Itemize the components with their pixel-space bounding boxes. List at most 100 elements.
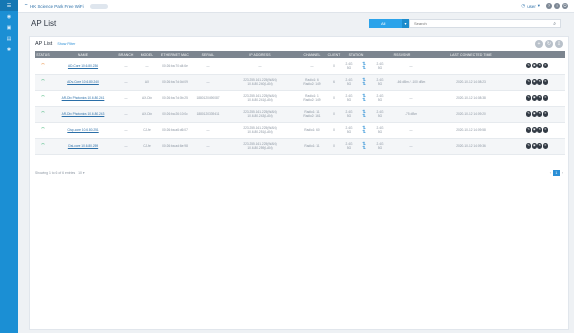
column-header[interactable]: NAME [51,51,115,58]
table-row[interactable]: ⌔ ADv-Core 10.6.80.240— AX 00:26:ba:7d:0d:0… [35,74,566,91]
column-header[interactable]: CLIENT [327,51,341,58]
view-icon[interactable]: ◉ [531,143,537,149]
sidebar-item-dashboard[interactable]: ◉ [0,11,18,22]
column-header[interactable]: CHANNEL [297,51,327,58]
cell-line: 5G [346,130,352,134]
search-input[interactable] [414,21,544,26]
show-filter-link[interactable]: Show Filter [57,42,75,46]
serial-cell: — [193,58,223,75]
table-row[interactable]: ⌔ AR-Dix Photonics 10.6.80.243— AX-Dix 00:2… [35,106,566,123]
row-actions: ✎ ◉ ↻ ✕ [509,106,566,123]
view-icon[interactable]: ◉ [531,111,537,117]
serial-cell: 1880120339411 [193,106,223,123]
site-toggle[interactable] [89,3,108,9]
ip-cell: — [223,58,297,75]
client-cell: 6 [327,74,341,91]
snr-cell: — [389,138,434,155]
prev-page-button[interactable]: ‹ [550,171,551,175]
site-name: HK Science Park Free WiFi [30,3,84,9]
refresh-icon[interactable]: ↻ [545,40,553,48]
client-cell: 0 [327,138,341,155]
power-icon[interactable]: ⏻ [562,3,568,9]
view-icon[interactable]: ◉ [531,127,537,133]
ap-name-link[interactable]: AR-Dix Photonics 10.6.80.241 [51,90,115,107]
ap-name-link[interactable]: AR-Dix Photonics 10.6.80.243 [51,106,115,123]
sidebar-item-settings[interactable]: ✱ [0,44,18,55]
column-header[interactable]: ETHERNET MAC [157,51,193,58]
delete-icon[interactable]: ✕ [542,111,548,117]
edit-icon[interactable]: ✎ [526,79,532,85]
column-header[interactable]: BRANCH [115,51,137,58]
page-size-select[interactable]: 10 ▾ [78,171,84,175]
column-header[interactable]: MODEL [137,51,157,58]
last-connected-cell: 2020-10-12 14:09:20 [433,106,510,123]
ap-name-link[interactable]: AD-Core 10.6.80.236 [51,58,115,75]
ap-name-link[interactable]: ADv-Core 10.6.80.240 [51,74,115,91]
view-icon[interactable]: ◉ [531,79,537,85]
edit-icon[interactable]: ✎ [526,127,532,133]
table-row[interactable]: ⌔ AD-Core 10.6.80.236— —00:26:ba:70:d4:6e —… [35,58,566,75]
restart-icon[interactable]: ↻ [537,127,543,133]
cell-line: 5G [377,65,383,70]
sidebar-item-devices[interactable]: ▣ [0,22,18,33]
help-icon[interactable]: ? [546,3,552,9]
next-page-button[interactable]: › [562,171,563,175]
cell-line: 5G [346,98,352,102]
add-icon[interactable]: + [535,40,543,48]
current-page-button[interactable]: 1 [552,170,560,176]
column-header[interactable]: IP ADDRESS [223,51,297,58]
sidebar: ☰ ◉ ▣ ▤ ✱ [0,0,18,333]
restart-icon[interactable]: ↻ [537,63,543,69]
settings-icon: ✱ [6,46,12,53]
restart-icon[interactable]: ↻ [537,95,543,101]
cell-line: Radio2: 161 [303,114,321,118]
ap-name-link[interactable]: Cisi-core 10.6.80.259 [51,138,115,155]
ap-list-panel: AP List Show Filter + ↻ ⇩ STATUS NAME BR… [29,36,569,330]
status-cell: ⌔ [35,74,51,91]
sidebar-item-monitor[interactable]: ▤ [0,33,18,44]
station-icon-cell: ⇅ ⇅ [357,58,372,75]
cell-line: 10.6.80.240(LAN) [247,82,273,86]
edit-icon[interactable]: ✎ [526,95,532,101]
delete-icon[interactable]: ✕ [542,143,548,149]
restart-icon[interactable]: ↻ [537,111,543,117]
user-menu[interactable]: ◷ user ▾ [521,3,540,9]
notification-icon[interactable]: ! [554,3,560,9]
rssi-band-cell: 2.4G 5G [371,90,390,107]
filter-select[interactable]: All ▾ [369,19,409,28]
table-row[interactable]: ⌔ Cisp-core 10.6.80.251— CJ-fe 00:26:ba:a6:… [35,122,566,139]
edit-icon[interactable]: ✎ [526,63,532,69]
station-icon: ⇅ [362,129,366,134]
cell-line: Radio1: 60 [304,128,320,132]
mac-cell: 00:26:ba:7d:0b:25 [157,90,193,107]
cell-line: 5G [346,146,352,150]
delete-icon[interactable]: ✕ [542,95,548,101]
search-icon[interactable]: ⌕ [553,21,556,27]
delete-icon[interactable]: ✕ [542,79,548,85]
sidebar-item-menu[interactable]: ☰ [0,0,18,11]
site-selector[interactable]: ⌔ HK Science Park Free WiFi [24,3,108,9]
column-header[interactable]: STATION [341,51,372,58]
export-icon[interactable]: ⇩ [555,40,563,48]
restart-icon[interactable]: ↻ [537,143,543,149]
table-row[interactable]: ⌔ AR-Dix Photonics 10.6.80.241— AX-Dix 00:2… [35,90,566,107]
channel-cell: — [297,58,327,75]
view-icon[interactable]: ◉ [531,63,537,69]
column-header[interactable]: SERIAL [193,51,223,58]
monitor-icon: ▤ [6,35,12,42]
column-header[interactable]: RSSI/SNR [371,51,434,58]
ap-name-link[interactable]: Cisp-core 10.6.80.251 [51,122,115,139]
serial-cell: — [193,122,223,139]
entries-info: Showing 1 to 6 of 6 entries [35,171,76,175]
delete-icon[interactable]: ✕ [542,127,548,133]
station-icon: ⇅ [362,113,366,118]
edit-icon[interactable]: ✎ [526,111,532,117]
delete-icon[interactable]: ✕ [542,63,548,69]
restart-icon[interactable]: ↻ [537,79,543,85]
table-row[interactable]: ⌔ Cisi-core 10.6.80.259— CJ-fe 00:26:ba:ad:… [35,138,566,155]
edit-icon[interactable]: ✎ [526,143,532,149]
column-header[interactable]: STATUS [35,51,51,58]
column-header[interactable]: LAST CONNECTED TIME [433,51,510,58]
view-icon[interactable]: ◉ [531,95,537,101]
cell-line: 10.6.80.241(LAN) [247,98,273,102]
